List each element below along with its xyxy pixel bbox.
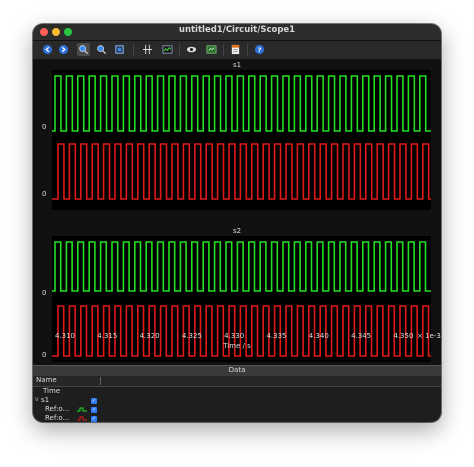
view-icon[interactable]	[185, 43, 198, 56]
data-tree-label: Time	[43, 387, 61, 395]
column-divider[interactable]	[100, 377, 101, 385]
x-tick-label: 4.345	[351, 332, 372, 340]
name-column-label: Name	[36, 376, 57, 384]
help-icon[interactable]: ?	[253, 43, 266, 56]
settings-icon[interactable]	[229, 43, 242, 56]
s1-red-trace	[52, 143, 431, 200]
x-tick-label: 4.335	[266, 332, 287, 340]
y-tick-s1-lower: 0	[42, 190, 47, 198]
data-tree-label: Ref:o...	[45, 414, 70, 422]
trace-color-swatch-icon[interactable]	[77, 407, 87, 413]
zoom-in-icon[interactable]	[77, 43, 90, 56]
plot-title-s2: s2	[232, 227, 242, 235]
data-tree-row[interactable]: Ref:o... ✓	[33, 414, 441, 422]
scope-window: untitled1/Circuit/Scope1 ? s1 0 0 s2 0 0…	[33, 24, 441, 422]
expand-caret-icon[interactable]: v	[35, 396, 39, 403]
s1-green-trace	[52, 75, 431, 132]
plot-s1[interactable]	[52, 70, 431, 210]
visibility-checkbox[interactable]: ✓	[91, 407, 97, 413]
y-tick-s2-lower: 0	[42, 351, 47, 359]
visibility-checkbox[interactable]: ✓	[91, 398, 97, 404]
back-icon[interactable]	[41, 43, 54, 56]
data-tree-label: Ref:o...	[45, 405, 70, 413]
x-tick-label: 4.320	[139, 332, 160, 340]
trace-color-swatch-icon[interactable]	[77, 416, 87, 422]
x-tick-label: 4.340	[308, 332, 329, 340]
x-tick-label: 4.310	[54, 332, 76, 340]
x-tick-label: 4.315	[97, 332, 118, 340]
x-tick-label: 4.350	[393, 332, 414, 340]
forward-icon[interactable]	[57, 43, 70, 56]
x-axis-exponent: × 1e-3	[417, 332, 441, 340]
plot-icon[interactable]	[161, 43, 174, 56]
export-icon[interactable]	[205, 43, 218, 56]
s2-green-trace	[52, 241, 431, 292]
x-tick-label: 4.330	[224, 332, 245, 340]
cursor-icon[interactable]	[141, 43, 154, 56]
data-tree-label: s1	[41, 396, 50, 404]
data-column-header[interactable]: Name	[33, 376, 441, 387]
plot-title-s1: s1	[232, 61, 242, 69]
s1-waveforms	[52, 75, 431, 200]
toolbar: ?	[33, 41, 441, 60]
data-panel-title: Data	[228, 366, 246, 374]
x-axis-label: Time / s	[223, 342, 251, 350]
title-bar: untitled1/Circuit/Scope1	[33, 24, 441, 41]
zoom-fit-icon[interactable]	[113, 43, 126, 56]
visibility-checkbox[interactable]: ✓	[91, 416, 97, 422]
y-tick-s1-upper: 0	[42, 123, 47, 131]
x-tick-label: 4.325	[181, 332, 202, 340]
window-title: untitled1/Circuit/Scope1	[178, 25, 296, 35]
scope-area: s1 0 0 s2 0 0	[33, 60, 441, 365]
zoom-out-icon[interactable]	[95, 43, 108, 56]
svg-text:?: ?	[258, 46, 262, 54]
y-tick-s2-upper: 0	[42, 289, 47, 297]
